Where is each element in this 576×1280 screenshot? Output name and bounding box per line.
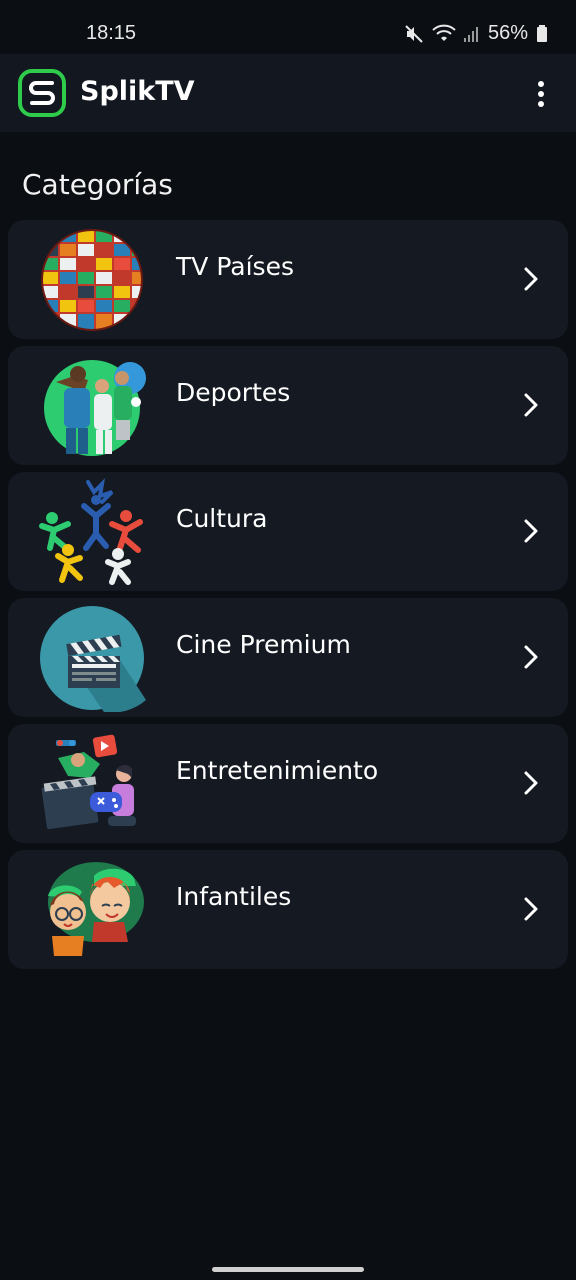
status-time: 18:15 bbox=[86, 22, 137, 44]
category-label: Cultura bbox=[176, 504, 268, 533]
mute-icon bbox=[404, 24, 424, 44]
chevron-right-icon bbox=[524, 519, 538, 543]
status-bar: 18:15 56% bbox=[0, 0, 576, 54]
category-item-cine-premium[interactable]: Cine Premium bbox=[8, 598, 568, 717]
signal-icon bbox=[463, 24, 480, 44]
category-list: TV Países Deportes Cultura Cine Premium … bbox=[8, 220, 568, 976]
athletes-icon bbox=[44, 360, 146, 456]
category-label: Cine Premium bbox=[176, 630, 351, 659]
chevron-right-icon bbox=[524, 897, 538, 921]
category-item-cultura[interactable]: Cultura bbox=[8, 472, 568, 591]
section-title: Categorías bbox=[22, 168, 173, 201]
app-title: SplikTV bbox=[80, 76, 195, 107]
category-item-infantiles[interactable]: Infantiles bbox=[8, 850, 568, 969]
status-icons: 56% bbox=[404, 22, 548, 45]
chevron-right-icon bbox=[524, 393, 538, 417]
category-label: Entretenimiento bbox=[176, 756, 379, 785]
category-item-entretenimiento[interactable]: Entretenimiento bbox=[8, 724, 568, 843]
battery-icon bbox=[536, 24, 548, 44]
dancers-icon bbox=[39, 478, 143, 585]
category-item-tv-paises[interactable]: TV Países bbox=[8, 220, 568, 339]
category-label: Infantiles bbox=[176, 882, 292, 911]
kids-icon bbox=[48, 862, 144, 956]
spliktv-logo-icon[interactable] bbox=[18, 69, 66, 117]
category-label: Deportes bbox=[176, 378, 291, 407]
app-bar: SplikTV bbox=[0, 54, 576, 132]
clapperboard-icon bbox=[40, 606, 146, 712]
entertainment-icon bbox=[41, 734, 136, 830]
battery-percent: 56% bbox=[487, 22, 528, 44]
chevron-right-icon bbox=[524, 771, 538, 795]
wifi-icon bbox=[432, 24, 456, 44]
flags-globe-icon bbox=[41, 229, 143, 331]
category-item-deportes[interactable]: Deportes bbox=[8, 346, 568, 465]
home-indicator[interactable] bbox=[212, 1267, 364, 1272]
chevron-right-icon bbox=[524, 267, 538, 291]
more-vert-icon[interactable] bbox=[526, 76, 556, 112]
chevron-right-icon bbox=[524, 645, 538, 669]
category-label: TV Países bbox=[176, 252, 294, 281]
app-screen: 18:15 56% SplikTV Categorías TV Países D… bbox=[0, 0, 576, 1280]
